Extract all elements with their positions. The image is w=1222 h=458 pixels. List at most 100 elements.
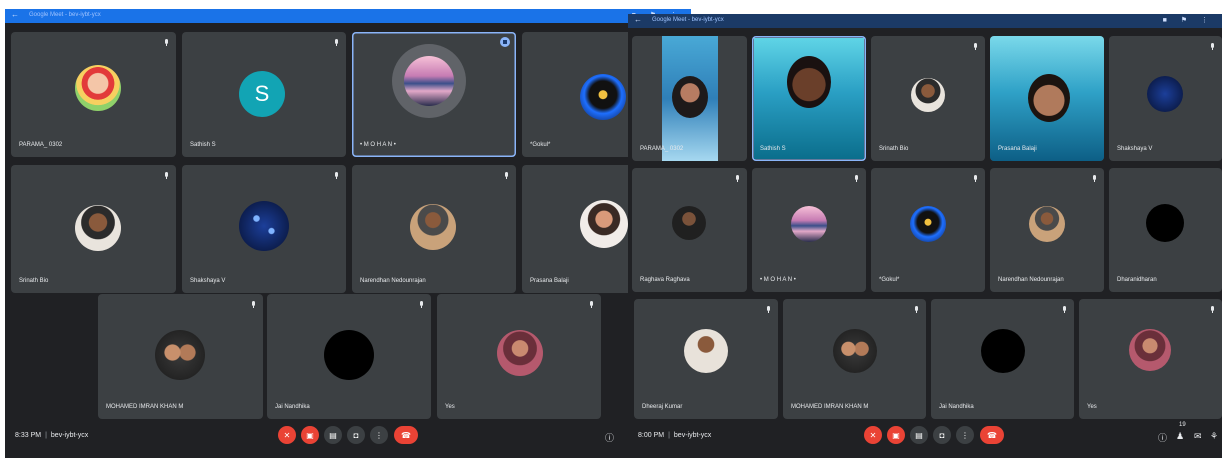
camera-off-icon: ▣ bbox=[892, 430, 900, 440]
captions-button[interactable]: ▤ bbox=[910, 426, 928, 444]
participant-tile[interactable]: Prasana Balaji bbox=[990, 36, 1104, 161]
chat-button[interactable]: ✉ bbox=[1194, 431, 1202, 442]
mic-icon bbox=[419, 301, 424, 308]
participant-face bbox=[787, 56, 831, 108]
participant-avatar bbox=[1129, 329, 1171, 371]
participant-avatar: S bbox=[239, 71, 285, 117]
mic-icon bbox=[164, 172, 169, 179]
participant-tile-speaking[interactable]: Sathish S bbox=[752, 36, 866, 161]
meeting-details-button[interactable]: ⓘ bbox=[1158, 431, 1167, 444]
participant-name: Shakshaya V bbox=[190, 278, 226, 284]
participant-tile[interactable]: Dharanidharan bbox=[1109, 168, 1222, 292]
camera-toggle-button[interactable]: ▣ bbox=[301, 426, 319, 444]
browser-toolbar-icons[interactable]: ■ ⚑ ⋮ bbox=[1163, 16, 1214, 24]
people-button[interactable]: ♟ 19 bbox=[1176, 422, 1186, 442]
end-call-button[interactable]: ☎ bbox=[980, 426, 1004, 444]
participant-tile[interactable]: MOHAMED IMRAN KHAN M bbox=[783, 299, 926, 419]
meet-window-left: ← Google Meet - bev-iybt-ycx ■ ⚑ ⋮ PARAM… bbox=[5, 9, 691, 458]
info-icon: ⓘ bbox=[605, 433, 615, 443]
participant-avatar bbox=[833, 329, 877, 373]
participant-tile[interactable]: Srinath Bio bbox=[11, 165, 176, 293]
participant-tile[interactable]: Narendhan Nedounrajan bbox=[990, 168, 1104, 292]
participant-avatar bbox=[410, 204, 456, 250]
participant-name: Prasana Balaji bbox=[998, 146, 1037, 152]
participant-name: • M O H A N • bbox=[760, 277, 796, 283]
present-button[interactable]: ◘ bbox=[933, 426, 951, 444]
participant-tile[interactable]: Shakshaya V bbox=[1109, 36, 1222, 161]
participant-face bbox=[672, 76, 708, 118]
participant-name: Sathish S bbox=[190, 142, 216, 148]
camera-toggle-button[interactable]: ▣ bbox=[887, 426, 905, 444]
participant-avatar bbox=[1147, 76, 1183, 112]
more-options-button[interactable]: ⋮ bbox=[956, 426, 974, 444]
participant-name: PARAMA_ 0302 bbox=[19, 142, 63, 148]
participant-name: Raghava Raghava bbox=[640, 277, 690, 283]
mic-icon bbox=[1062, 306, 1067, 313]
participant-avatar bbox=[497, 330, 543, 376]
meeting-code: bev-iybt-ycx bbox=[673, 432, 712, 439]
people-icon: ♟ bbox=[1176, 431, 1185, 441]
participant-name: MOHAMED IMRAN KHAN M bbox=[791, 404, 869, 410]
participant-name: Sathish S bbox=[760, 146, 786, 152]
activities-button[interactable]: ⚘ bbox=[1210, 431, 1218, 442]
mic-icon bbox=[504, 172, 509, 179]
meeting-details-button[interactable]: ⓘ bbox=[605, 431, 614, 444]
end-call-icon: ☎ bbox=[987, 430, 997, 440]
meeting-controls-bar: 8:00 PM | bev-iybt-ycx ✕ ▣ ▤ ◘ ⋮ ☎ ⓘ ♟ 19 … bbox=[628, 418, 1222, 458]
mic-icon bbox=[854, 175, 859, 182]
participant-tile[interactable]: Yes bbox=[1079, 299, 1222, 419]
participant-tile[interactable]: Jai Nandhika bbox=[931, 299, 1074, 419]
more-options-button[interactable]: ⋮ bbox=[370, 426, 388, 444]
participant-tile[interactable]: MOHAMED IMRAN KHAN M bbox=[98, 294, 263, 419]
meeting-time: 8:00 PM bbox=[638, 432, 665, 439]
present-button[interactable]: ◘ bbox=[347, 426, 365, 444]
captions-icon: ▤ bbox=[329, 430, 337, 440]
back-arrow-icon[interactable]: ← bbox=[634, 15, 642, 24]
participant-avatar bbox=[155, 330, 205, 380]
mic-icon bbox=[973, 175, 978, 182]
meeting-code: bev-iybt-ycx bbox=[50, 432, 89, 439]
participant-avatar bbox=[1146, 204, 1184, 242]
participant-tile[interactable]: • M O H A N • bbox=[752, 168, 866, 292]
participant-tile[interactable]: *Gokul* bbox=[871, 168, 985, 292]
participant-tile[interactable]: Dheeraj Kumar bbox=[634, 299, 778, 419]
participant-avatar bbox=[910, 206, 946, 242]
participant-name: Dheeraj Kumar bbox=[642, 404, 683, 410]
participant-avatar bbox=[75, 205, 121, 251]
meeting-info: 8:33 PM | bev-iybt-ycx bbox=[15, 432, 89, 439]
participant-name: • M O H A N • bbox=[360, 142, 396, 148]
participant-tile[interactable]: PARAMA_ 0302 bbox=[11, 32, 176, 157]
participant-tile[interactable]: Srinath Bio bbox=[871, 36, 985, 161]
browser-titlebar: ← Google Meet - bev-iybt-ycx ■ ⚑ ⋮ bbox=[5, 9, 691, 23]
participant-tile-speaking[interactable]: • M O H A N • bbox=[352, 32, 516, 157]
participant-tile[interactable]: S Sathish S bbox=[182, 32, 346, 157]
activities-icon: ⚘ bbox=[1210, 431, 1219, 441]
participant-name: MOHAMED IMRAN KHAN M bbox=[106, 404, 184, 410]
participant-tile[interactable]: Jai Nandhika bbox=[267, 294, 431, 419]
participant-tile[interactable]: Yes bbox=[437, 294, 601, 419]
participant-tile[interactable]: Narendhan Nedounrajan bbox=[352, 165, 516, 293]
participant-avatar bbox=[791, 206, 827, 242]
participant-video bbox=[990, 36, 1104, 161]
back-arrow-icon[interactable]: ← bbox=[11, 10, 19, 19]
participant-tile[interactable]: Raghava Raghava bbox=[632, 168, 747, 292]
titlebar-text: Google Meet - bev-iybt-ycx bbox=[652, 17, 724, 23]
speaking-icon bbox=[500, 37, 510, 47]
participant-avatar bbox=[75, 65, 121, 111]
participant-tile[interactable]: PARAMA_ 0302 bbox=[632, 36, 747, 161]
mic-toggle-button[interactable]: ✕ bbox=[864, 426, 882, 444]
avatar-initial: S bbox=[254, 81, 270, 106]
mic-toggle-button[interactable]: ✕ bbox=[278, 426, 296, 444]
participant-tile[interactable]: Shakshaya V bbox=[182, 165, 346, 293]
participant-avatar bbox=[1029, 206, 1065, 242]
titlebar-text: Google Meet - bev-iybt-ycx bbox=[29, 12, 101, 18]
more-icon: ⋮ bbox=[961, 430, 969, 440]
meet-window-right: ← Google Meet - bev-iybt-ycx ■ ⚑ ⋮ PARAM… bbox=[628, 14, 1222, 458]
participant-avatar bbox=[580, 200, 628, 248]
chat-icon: ✉ bbox=[1194, 431, 1202, 441]
participant-name: Narendhan Nedounrajan bbox=[360, 278, 426, 284]
end-call-button[interactable]: ☎ bbox=[394, 426, 418, 444]
captions-button[interactable]: ▤ bbox=[324, 426, 342, 444]
participant-name: Dharanidharan bbox=[1117, 277, 1157, 283]
captions-icon: ▤ bbox=[915, 430, 923, 440]
